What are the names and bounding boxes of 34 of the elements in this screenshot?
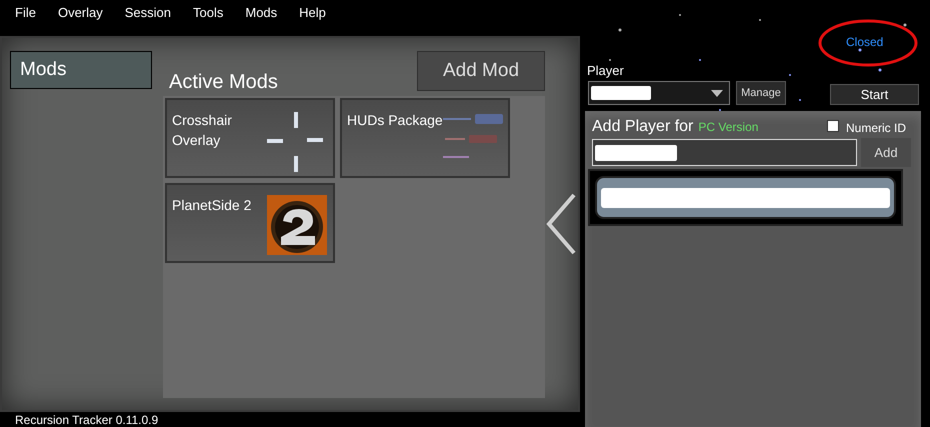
redaction-mark xyxy=(591,86,651,100)
numeric-id-label: Numeric ID xyxy=(846,120,906,137)
start-button[interactable]: Start xyxy=(830,84,919,105)
hud-bars-icon xyxy=(442,114,505,160)
manage-button[interactable]: Manage xyxy=(736,81,786,105)
dropdown-arrow-icon xyxy=(711,90,723,96)
menu-item[interactable]: Tools xyxy=(193,3,224,23)
collapse-chevron-icon[interactable] xyxy=(546,193,576,255)
mod-name: PlanetSide 2 xyxy=(172,196,252,215)
numeric-id-checkbox[interactable] xyxy=(827,120,839,132)
menu-item[interactable]: File xyxy=(15,3,36,23)
menu-item[interactable]: Overlay xyxy=(58,3,103,23)
mod-tile[interactable]: HUDs Package xyxy=(340,98,510,178)
panel-title: Active Mods xyxy=(169,70,278,95)
mod-tile[interactable]: Crosshair Overlay xyxy=(165,98,335,178)
mods-tab[interactable]: Mods xyxy=(10,51,152,89)
version-label: PC Version xyxy=(698,119,758,136)
add-button[interactable]: Add xyxy=(861,138,911,167)
add-player-title: Add Player for xyxy=(592,117,694,137)
add-mod-button[interactable]: Add Mod xyxy=(417,51,545,91)
player-entry[interactable] xyxy=(595,176,896,219)
player-label: Player xyxy=(587,62,624,80)
mod-tile[interactable]: PlanetSide 2 xyxy=(165,183,335,263)
crosshair-icon xyxy=(267,112,325,172)
status-bar-text: Recursion Tracker 0.11.0.9 xyxy=(15,412,158,427)
connection-status: Closed xyxy=(846,34,884,51)
menu-item[interactable]: Help xyxy=(299,3,326,23)
planet-logo-icon xyxy=(267,195,327,255)
player-name-field[interactable] xyxy=(592,139,857,166)
mod-name: HUDs Package xyxy=(347,111,443,130)
menu-item[interactable]: Session xyxy=(124,3,171,23)
menu-item[interactable]: Mods xyxy=(245,3,278,23)
player-dropdown[interactable] xyxy=(588,81,730,105)
mod-name: Crosshair Overlay xyxy=(172,111,233,150)
